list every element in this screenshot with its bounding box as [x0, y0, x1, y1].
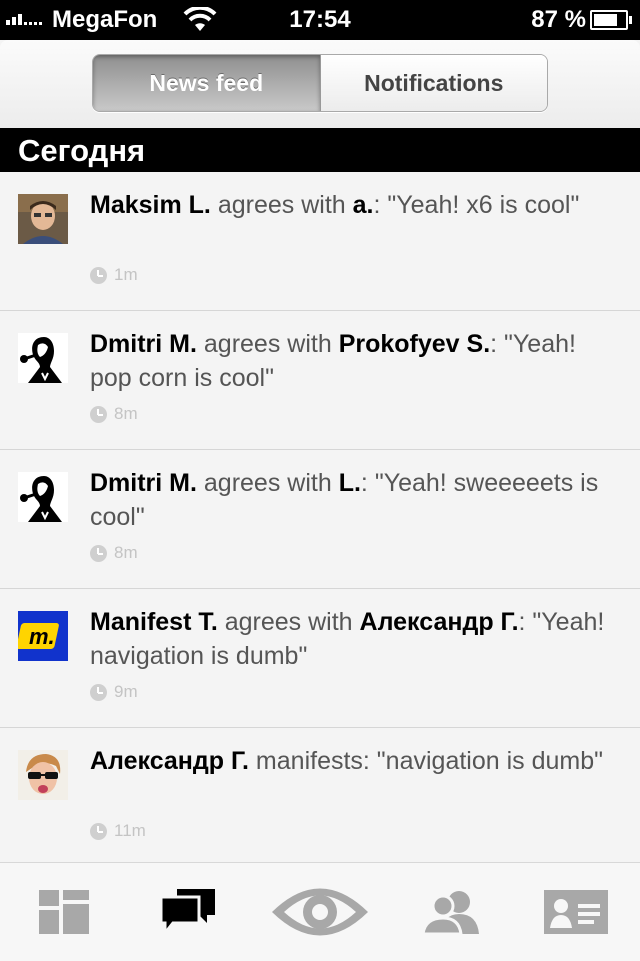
- feed-item[interactable]: m. Manifest T. agrees with Александр Г.:…: [0, 589, 640, 728]
- feed-segmented-control: News feed Notifications: [92, 54, 548, 112]
- battery-percent: 87 %: [531, 6, 586, 33]
- feed-item-verb: manifests: "navigation is dumb": [248, 747, 604, 775]
- tab-notifications[interactable]: Notifications: [320, 55, 547, 111]
- feed-item-time-text: 9m: [114, 682, 138, 701]
- feed-item-time-text: 11m: [114, 821, 146, 840]
- feed-item-verb: agrees with: [196, 469, 339, 497]
- clock-icon: [90, 266, 107, 284]
- clock-icon: [90, 683, 107, 701]
- tab-news-feed[interactable]: News feed: [93, 55, 321, 111]
- feed-item-verb: agrees with: [196, 330, 339, 358]
- feed-item-verb: agrees with: [210, 191, 353, 219]
- photo-avatar[interactable]: [18, 750, 68, 800]
- feed-item[interactable]: Александр Г. manifests: "navigation is d…: [0, 728, 640, 867]
- feed-item-text: Manifest T. agrees with Александр Г.: "Y…: [90, 605, 610, 673]
- section-header-today: Сегодня: [0, 128, 640, 172]
- nav-header: News feed Notifications: [0, 40, 640, 129]
- feed-item-target[interactable]: a.: [353, 191, 374, 219]
- tab-friends[interactable]: [388, 863, 516, 961]
- feed-item-user[interactable]: Александр Г.: [90, 747, 249, 775]
- feed-item-user[interactable]: Maksim L.: [90, 191, 211, 219]
- feed-item-target[interactable]: Prokofyev S.: [339, 330, 490, 358]
- dashboard-icon: [39, 890, 89, 934]
- feed-item-time-text: 8m: [114, 543, 138, 562]
- feed-item-time-text: 8m: [114, 404, 138, 423]
- clock-icon: [90, 544, 107, 562]
- profile-card-icon: [544, 890, 608, 934]
- feed-item-text: Maksim L. agrees with a.: "Yeah! x6 is c…: [90, 188, 610, 222]
- eye-icon: [272, 888, 368, 936]
- silhouette-avatar[interactable]: [18, 333, 68, 383]
- tab-news[interactable]: [124, 863, 252, 961]
- feed-item-user[interactable]: Manifest T.: [90, 608, 218, 636]
- feed-item-quote: : "Yeah! x6 is cool": [373, 191, 580, 219]
- feed-item-text: Dmitri M. agrees with Prokofyev S.: "Yea…: [90, 327, 610, 395]
- news-feed-list[interactable]: Maksim L. agrees with a.: "Yeah! x6 is c…: [0, 172, 640, 867]
- feed-item-user[interactable]: Dmitri M.: [90, 330, 197, 358]
- feed-item-time: 9m: [90, 682, 138, 702]
- feed-item-time: 11m: [90, 821, 146, 841]
- feed-item[interactable]: Dmitri M. agrees with L.: "Yeah! sweeeee…: [0, 450, 640, 589]
- feed-item-target[interactable]: Александр Г.: [360, 608, 519, 636]
- clock-icon: [90, 405, 107, 423]
- clock-icon: [90, 822, 107, 840]
- tab-manifest[interactable]: [256, 863, 384, 961]
- people-icon: [423, 891, 479, 934]
- svg-text:m.: m.: [29, 624, 55, 649]
- battery-icon: [590, 10, 632, 30]
- tab-dashboard[interactable]: [0, 863, 128, 961]
- feed-item[interactable]: Dmitri M. agrees with Prokofyev S.: "Yea…: [0, 311, 640, 450]
- silhouette-avatar[interactable]: [18, 472, 68, 522]
- feed-item-time: 8m: [90, 404, 138, 424]
- logo-avatar[interactable]: m.: [18, 611, 68, 661]
- feed-item-text: Александр Г. manifests: "navigation is d…: [90, 744, 610, 778]
- feed-item[interactable]: Maksim L. agrees with a.: "Yeah! x6 is c…: [0, 172, 640, 311]
- status-bar: MegaFon 17:54 87 %: [0, 0, 640, 40]
- feed-item-target[interactable]: L.: [339, 469, 361, 497]
- photo-avatar[interactable]: [18, 194, 68, 244]
- feed-item-time-text: 1m: [114, 265, 138, 284]
- bottom-tab-bar: [0, 862, 640, 961]
- feed-item-user[interactable]: Dmitri M.: [90, 469, 197, 497]
- feed-item-verb: agrees with: [217, 608, 360, 636]
- tab-profile[interactable]: [512, 863, 640, 961]
- feed-item-text: Dmitri M. agrees with L.: "Yeah! sweeeee…: [90, 466, 610, 534]
- feed-item-time: 1m: [90, 265, 138, 285]
- chat-bubbles-icon: [159, 889, 215, 935]
- feed-item-time: 8m: [90, 543, 138, 563]
